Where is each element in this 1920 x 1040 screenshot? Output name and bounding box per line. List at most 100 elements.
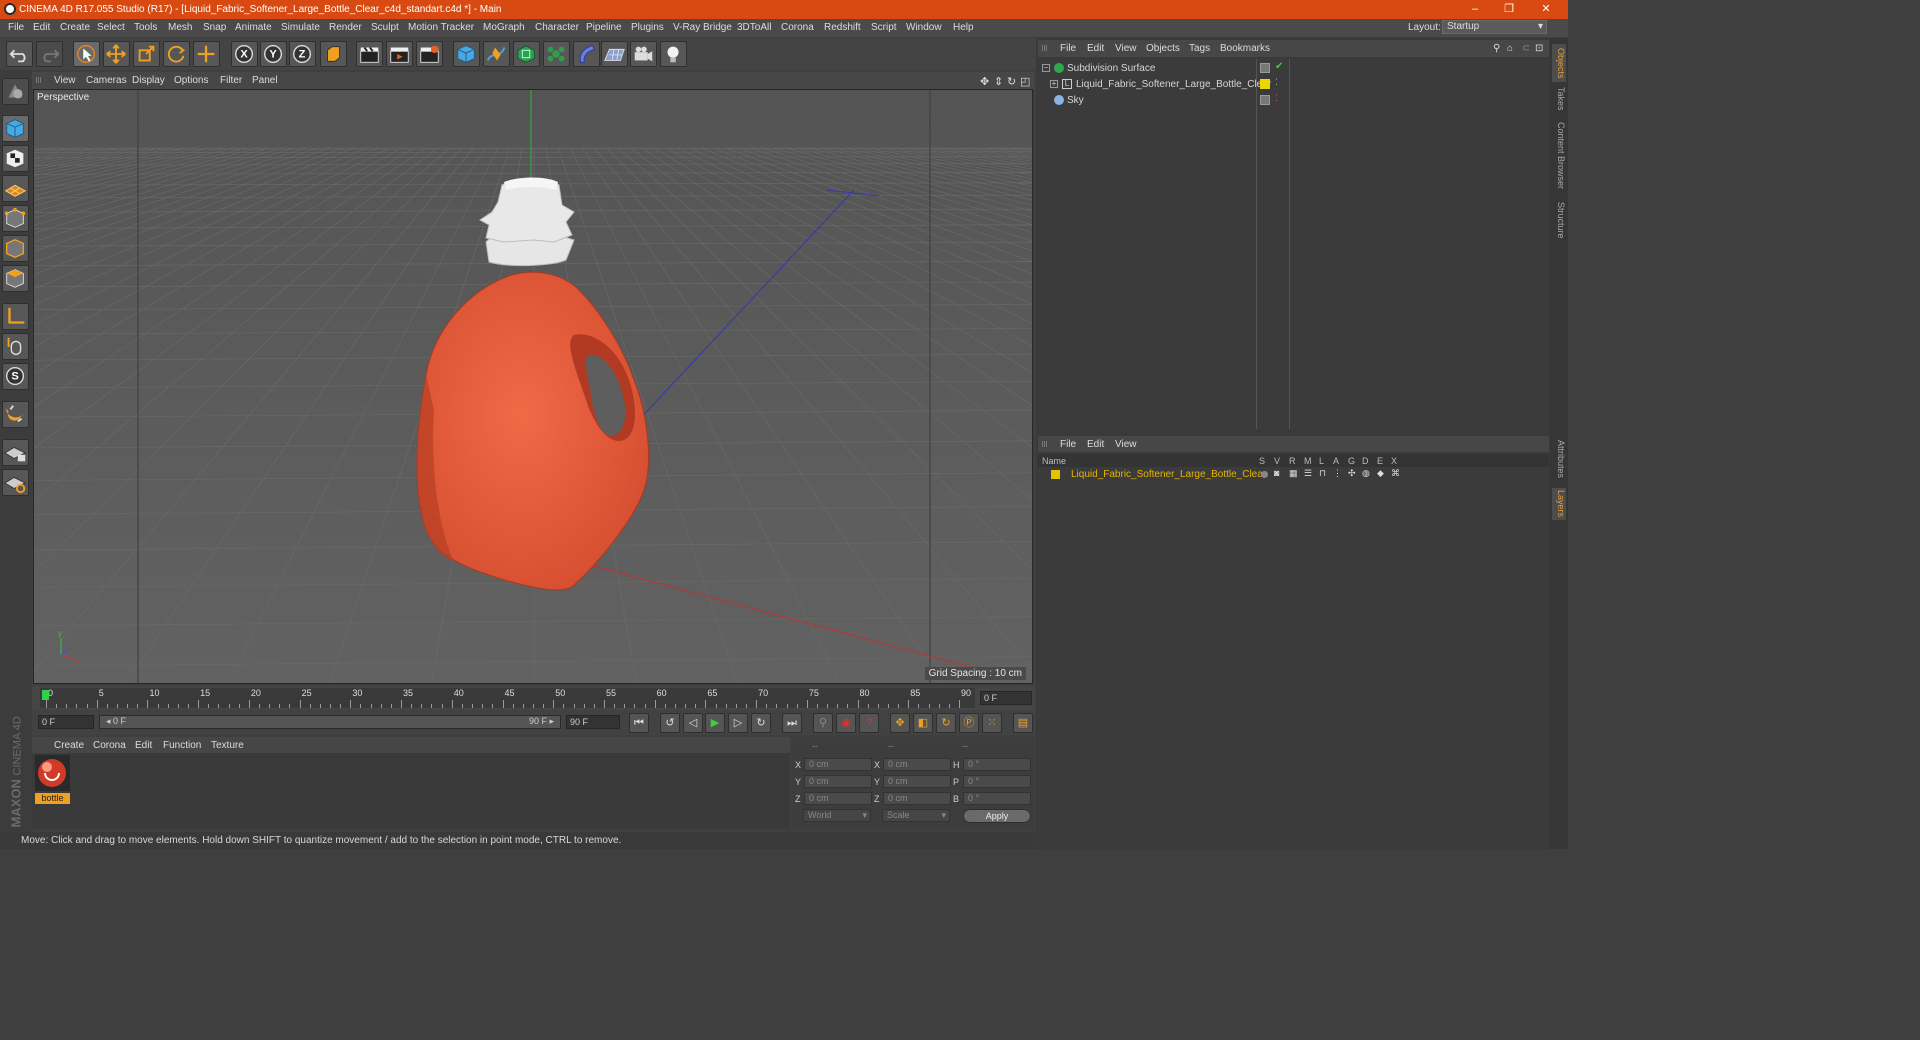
- material-menu-function[interactable]: Function: [163, 740, 201, 751]
- menu-sculpt[interactable]: Sculpt: [371, 22, 399, 33]
- go-to-end-button[interactable]: ⏭: [782, 713, 802, 733]
- menu-render[interactable]: Render: [329, 22, 362, 33]
- render-view-button[interactable]: [356, 41, 383, 67]
- object-row-subdivision[interactable]: − Subdivision Surface ✔: [1038, 61, 1549, 77]
- pos-z-field[interactable]: 0 cm: [804, 792, 872, 805]
- material-menu-edit[interactable]: Edit: [135, 740, 152, 751]
- next-frame-button[interactable]: ▷: [728, 713, 748, 733]
- lock-x-axis-button[interactable]: X: [231, 41, 258, 67]
- menu-3dtoall[interactable]: 3DToAll: [737, 22, 771, 33]
- playhead[interactable]: [42, 690, 49, 700]
- scale-tool-button[interactable]: [133, 41, 160, 67]
- previous-frame-button[interactable]: ◁: [683, 713, 703, 733]
- live-selection-button[interactable]: [73, 41, 100, 67]
- render-settings-button[interactable]: [416, 41, 443, 67]
- menu-vray-bridge[interactable]: V-Ray Bridge: [673, 22, 732, 33]
- magnet-button[interactable]: [2, 401, 29, 428]
- viewport-menu-panel[interactable]: Panel: [252, 75, 278, 86]
- menu-animate[interactable]: Animate: [235, 22, 272, 33]
- tab-content-browser[interactable]: Content Browser: [1552, 118, 1566, 194]
- generator-icon[interactable]: ✣: [1348, 468, 1356, 479]
- tab-structure[interactable]: Structure: [1552, 198, 1566, 242]
- layout-dropdown[interactable]: Startup ▾: [1442, 20, 1547, 34]
- key-parameter-button[interactable]: Ⓟ: [959, 713, 979, 733]
- texture-mode-button[interactable]: [2, 145, 29, 172]
- tweak-mode-button[interactable]: [2, 333, 29, 360]
- object-row-bottle[interactable]: + L Liquid_Fabric_Softener_Large_Bottle_…: [1038, 77, 1549, 93]
- object-row-sky[interactable]: Sky ⁚: [1038, 93, 1549, 109]
- material-swatch-bottle[interactable]: bottle: [35, 755, 70, 804]
- play-button[interactable]: ▶: [705, 713, 725, 733]
- perspective-viewport[interactable]: Perspective y x Grid Spacing: 10 cm: [33, 89, 1033, 684]
- redo-button[interactable]: [36, 41, 63, 67]
- layer-color-swatch[interactable]: [1051, 470, 1060, 479]
- key-pla-button[interactable]: ⁙: [982, 713, 1002, 733]
- visibility-toggle-icon[interactable]: [1260, 95, 1270, 105]
- light-button[interactable]: [660, 41, 687, 67]
- lock-z-axis-button[interactable]: Z: [289, 41, 316, 67]
- viewport-menu-options[interactable]: Options: [174, 75, 208, 86]
- pos-x-field[interactable]: 0 cm: [804, 758, 872, 771]
- lock-y-axis-button[interactable]: Y: [260, 41, 287, 67]
- object-menu-view[interactable]: View: [1115, 43, 1137, 54]
- viewport-menu-view[interactable]: View: [54, 75, 76, 86]
- camera-button[interactable]: [630, 41, 657, 67]
- menu-snap[interactable]: Snap: [203, 22, 226, 33]
- menu-corona[interactable]: Corona: [781, 22, 814, 33]
- rot-p-field[interactable]: 0 °: [963, 775, 1031, 788]
- size-x-field[interactable]: 0 cm: [883, 758, 951, 771]
- size-y-field[interactable]: 0 cm: [883, 775, 951, 788]
- go-to-start-button[interactable]: ⏮: [629, 713, 649, 733]
- current-frame-field[interactable]: 0 F: [980, 691, 1032, 705]
- make-editable-button[interactable]: [2, 78, 29, 105]
- autokey-button[interactable]: ◉: [836, 713, 856, 733]
- viewport-menu-cameras[interactable]: Cameras: [86, 75, 127, 86]
- tab-attributes[interactable]: Attributes: [1552, 436, 1566, 482]
- search-icon[interactable]: ⚲: [1493, 43, 1500, 54]
- previous-key-button[interactable]: ↺: [660, 713, 680, 733]
- coordinate-system-button[interactable]: [320, 41, 347, 67]
- key-scale-button[interactable]: ◧: [913, 713, 933, 733]
- expand-icon[interactable]: −: [1042, 64, 1050, 72]
- menu-select[interactable]: Select: [97, 22, 125, 33]
- viewport-rotate-icon[interactable]: ↻: [1007, 75, 1016, 88]
- cube-object-button[interactable]: [453, 41, 480, 67]
- size-mode-dropdown[interactable]: Scale ▾: [882, 809, 950, 822]
- menu-window[interactable]: Window: [906, 22, 942, 33]
- deformer-button[interactable]: [573, 41, 600, 67]
- object-menu-edit[interactable]: Edit: [1087, 43, 1104, 54]
- key-rotation-button[interactable]: ↻: [936, 713, 956, 733]
- next-key-button[interactable]: ↻: [751, 713, 771, 733]
- menu-tools[interactable]: Tools: [134, 22, 157, 33]
- object-menu-bookmarks[interactable]: Bookmarks: [1220, 43, 1270, 54]
- animation-icon[interactable]: ⋮: [1333, 468, 1342, 479]
- viewport-menu-filter[interactable]: Filter: [220, 75, 242, 86]
- new-window-icon[interactable]: ⊡: [1535, 43, 1543, 54]
- layer-col-deformers[interactable]: D: [1362, 456, 1369, 466]
- menu-file[interactable]: File: [8, 22, 24, 33]
- menu-redshift[interactable]: Redshift: [824, 22, 861, 33]
- layer-col-view[interactable]: V: [1274, 456, 1280, 466]
- timeline-window-button[interactable]: ▤: [1013, 713, 1033, 733]
- menu-help[interactable]: Help: [953, 22, 974, 33]
- object-menu-tags[interactable]: Tags: [1189, 43, 1210, 54]
- lock-icon[interactable]: ⊓: [1319, 468, 1326, 479]
- menu-mesh[interactable]: Mesh: [168, 22, 192, 33]
- enabled-check-icon[interactable]: ✔: [1275, 61, 1283, 72]
- visibility-toggle-icon[interactable]: [1260, 63, 1270, 73]
- material-menu-create[interactable]: Create: [54, 740, 84, 751]
- recent-tool-button[interactable]: [193, 41, 220, 67]
- key-position-button[interactable]: ✥: [890, 713, 910, 733]
- layer-col-expressions[interactable]: E: [1377, 456, 1383, 466]
- object-menu-objects[interactable]: Objects: [1146, 43, 1180, 54]
- menu-plugins[interactable]: Plugins: [631, 22, 664, 33]
- enable-axis-button[interactable]: [2, 303, 29, 330]
- rotate-tool-button[interactable]: [163, 41, 190, 67]
- undo-button[interactable]: [6, 41, 33, 67]
- menu-simulate[interactable]: Simulate: [281, 22, 320, 33]
- layer-menu-view[interactable]: View: [1115, 439, 1137, 450]
- minimize-button[interactable]: –: [1467, 2, 1483, 16]
- locked-workplane-button[interactable]: [2, 439, 29, 466]
- coordinate-mode-dropdown[interactable]: World ▾: [803, 809, 871, 822]
- planar-workplane-button[interactable]: [2, 469, 29, 496]
